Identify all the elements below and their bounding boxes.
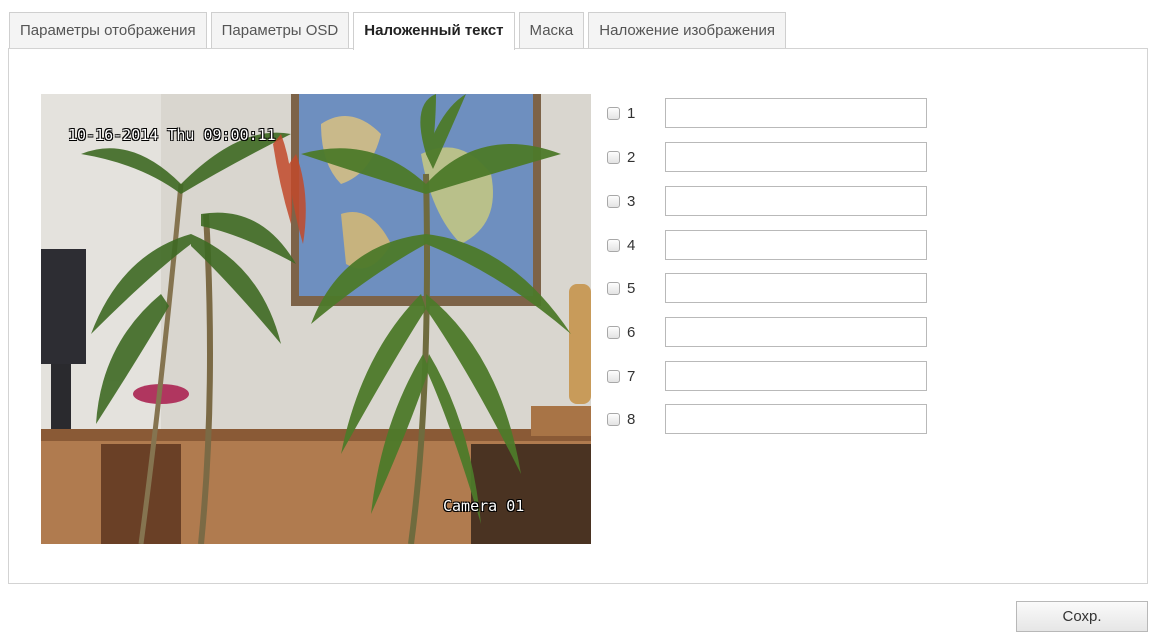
- overlay-checkbox[interactable]: [607, 194, 620, 208]
- overlay-number: 4: [627, 236, 636, 254]
- overlay-row: 6: [607, 317, 927, 347]
- overlay-text-input[interactable]: [665, 98, 927, 128]
- overlay-row: 7: [607, 361, 927, 391]
- tab-text-overlay[interactable]: Наложенный текст: [353, 12, 515, 50]
- overlay-number: 1: [627, 104, 636, 122]
- tab-privacy-mask[interactable]: Маска: [518, 12, 585, 48]
- overlay-checkbox[interactable]: [607, 281, 620, 295]
- camera-preview-image: [41, 94, 591, 544]
- overlay-number: 6: [627, 323, 636, 341]
- overlay-text-input[interactable]: [665, 404, 927, 434]
- overlay-text-input[interactable]: [665, 230, 927, 260]
- overlay-number: 5: [627, 279, 636, 297]
- overlay-checkbox[interactable]: [607, 325, 620, 339]
- tab-display-settings[interactable]: Параметры отображения: [9, 12, 207, 48]
- overlay-text-input[interactable]: [665, 317, 927, 347]
- camera-preview: 10-16-2014 Thu 09:00:11 Camera 01: [41, 94, 591, 544]
- save-button[interactable]: Сохр.: [1016, 601, 1148, 632]
- osd-datetime: 10-16-2014 Thu 09:00:11: [68, 126, 276, 144]
- overlay-number: 7: [627, 367, 636, 385]
- overlay-number: 2: [627, 148, 636, 166]
- overlay-checkbox[interactable]: [607, 238, 620, 252]
- overlay-number: 8: [627, 410, 636, 428]
- overlay-checkbox[interactable]: [607, 106, 620, 120]
- overlay-number: 3: [627, 192, 636, 210]
- overlay-row: 2: [607, 142, 927, 172]
- tab-bar: Параметры отображения Параметры OSD Нало…: [9, 12, 790, 50]
- overlay-text-input[interactable]: [665, 142, 927, 172]
- settings-panel: 10-16-2014 Thu 09:00:11 Camera 01: [8, 48, 1148, 584]
- overlay-row: 1: [607, 98, 927, 128]
- overlay-row: 8: [607, 404, 927, 434]
- overlay-text-input[interactable]: [665, 273, 927, 303]
- overlay-checkbox[interactable]: [607, 150, 620, 164]
- overlay-checkbox[interactable]: [607, 412, 620, 426]
- tab-osd-settings[interactable]: Параметры OSD: [210, 12, 350, 48]
- tab-picture-overlay[interactable]: Наложение изображения: [588, 12, 786, 48]
- overlay-text-input[interactable]: [665, 361, 927, 391]
- overlay-row: 3: [607, 186, 927, 216]
- overlay-row: 4: [607, 230, 927, 260]
- overlay-text-input[interactable]: [665, 186, 927, 216]
- overlay-row: 5: [607, 273, 927, 303]
- overlay-checkbox[interactable]: [607, 369, 620, 383]
- osd-camera-name: Camera 01: [443, 497, 525, 515]
